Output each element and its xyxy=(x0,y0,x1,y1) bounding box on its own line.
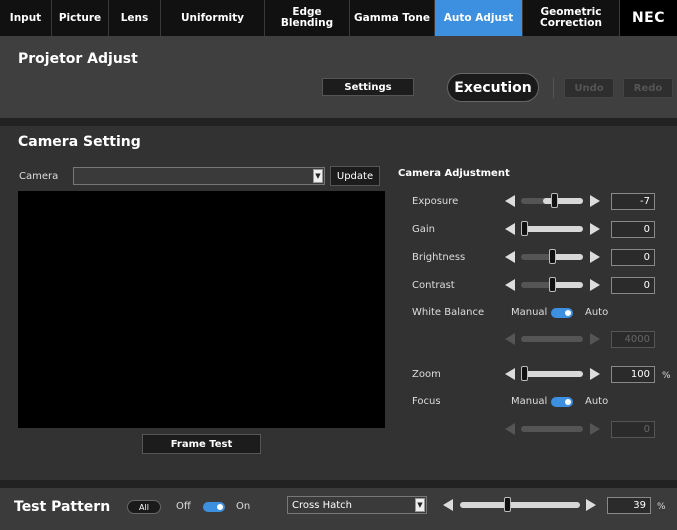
zoom-label: Zoom xyxy=(412,369,441,380)
tab-uniformity[interactable]: Uniformity xyxy=(161,0,265,36)
all-button[interactable]: All xyxy=(127,500,161,514)
camera-setting-panel: Camera Setting Camera ▼ Update Frame Tes… xyxy=(0,126,677,480)
exposure-increase-icon[interactable] xyxy=(590,195,600,207)
white-balance-decrease-icon[interactable] xyxy=(505,333,515,345)
contrast-slider[interactable] xyxy=(521,277,583,292)
exposure-slider[interactable] xyxy=(521,193,583,208)
contrast-slider-thumb[interactable] xyxy=(549,277,556,292)
white-balance-auto-label: Auto xyxy=(585,307,609,318)
camera-setting-title: Camera Setting xyxy=(18,134,141,150)
camera-preview xyxy=(18,191,385,428)
tab-bar: Input Picture Lens Uniformity Edge Blend… xyxy=(0,0,677,36)
zoom-slider-thumb[interactable] xyxy=(521,366,528,381)
chevron-down-icon: ▼ xyxy=(415,498,425,512)
chevron-down-icon: ▼ xyxy=(313,169,323,183)
focus-increase-icon[interactable] xyxy=(590,423,600,435)
test-pattern-value[interactable]: 39 xyxy=(607,497,651,514)
gain-value[interactable]: 0 xyxy=(611,221,655,238)
focus-manual-label: Manual xyxy=(511,396,548,407)
gain-slider-thumb[interactable] xyxy=(521,221,528,236)
test-pattern-panel: Test Pattern All Off On Cross Hatch ▼ 39… xyxy=(0,488,677,530)
update-button[interactable]: Update xyxy=(330,166,380,186)
zoom-increase-icon[interactable] xyxy=(590,368,600,380)
gain-slider[interactable] xyxy=(521,221,583,236)
tab-picture[interactable]: Picture xyxy=(52,0,109,36)
zoom-unit: % xyxy=(662,371,671,381)
brightness-slider-fill xyxy=(552,254,583,260)
zoom-value[interactable]: 100 xyxy=(611,366,655,383)
projector-adjust-panel: Projetor Adjust Settings Execution Undo … xyxy=(0,36,677,118)
exposure-decrease-icon[interactable] xyxy=(505,195,515,207)
focus-label: Focus xyxy=(412,396,441,407)
camera-label: Camera xyxy=(19,171,59,182)
redo-button[interactable]: Redo xyxy=(623,78,673,98)
contrast-value[interactable]: 0 xyxy=(611,277,655,294)
exposure-label: Exposure xyxy=(412,196,459,207)
focus-toggle[interactable] xyxy=(551,397,573,407)
focus-value[interactable]: 0 xyxy=(611,421,655,438)
exposure-slider-thumb[interactable] xyxy=(551,193,558,208)
focus-slider[interactable] xyxy=(521,426,583,432)
test-pattern-decrease-icon[interactable] xyxy=(443,499,453,511)
execution-button[interactable]: Execution xyxy=(447,73,539,102)
settings-button[interactable]: Settings xyxy=(322,78,414,96)
brightness-increase-icon[interactable] xyxy=(590,251,600,263)
projector-adjust-title: Projetor Adjust xyxy=(18,51,138,67)
brightness-label: Brightness xyxy=(412,252,466,263)
brightness-slider[interactable] xyxy=(521,249,583,264)
tab-input[interactable]: Input xyxy=(0,0,52,36)
focus-decrease-icon[interactable] xyxy=(505,423,515,435)
camera-adjustment-title: Camera Adjustment xyxy=(398,168,510,179)
test-pattern-slider-thumb[interactable] xyxy=(504,497,511,512)
gain-label: Gain xyxy=(412,224,435,235)
test-pattern-title: Test Pattern xyxy=(14,499,111,515)
white-balance-label: White Balance xyxy=(412,307,485,318)
section-divider-bottom xyxy=(0,480,677,488)
test-pattern-on-label: On xyxy=(236,501,251,512)
gain-increase-icon[interactable] xyxy=(590,223,600,235)
tab-edge-blending[interactable]: Edge Blending xyxy=(265,0,350,36)
exposure-slider-fill xyxy=(543,198,583,204)
tab-gamma-tone[interactable]: Gamma Tone xyxy=(350,0,435,36)
brightness-value[interactable]: 0 xyxy=(611,249,655,266)
toolbar-separator xyxy=(553,78,554,98)
white-balance-manual-label: Manual xyxy=(511,307,548,318)
test-pattern-unit: % xyxy=(657,502,666,512)
test-pattern-toggle[interactable] xyxy=(203,502,225,512)
exposure-value[interactable]: -7 xyxy=(611,193,655,210)
contrast-label: Contrast xyxy=(412,280,455,291)
camera-select[interactable]: ▼ xyxy=(73,167,325,185)
focus-auto-label: Auto xyxy=(585,396,609,407)
contrast-decrease-icon[interactable] xyxy=(505,279,515,291)
test-pattern-select[interactable]: Cross Hatch ▼ xyxy=(287,496,427,514)
zoom-slider[interactable] xyxy=(521,366,583,381)
gain-decrease-icon[interactable] xyxy=(505,223,515,235)
contrast-increase-icon[interactable] xyxy=(590,279,600,291)
test-pattern-off-label: Off xyxy=(176,501,191,512)
section-divider xyxy=(0,118,677,126)
nec-logo: NEC xyxy=(620,0,677,36)
contrast-slider-fill xyxy=(552,282,583,288)
test-pattern-select-value: Cross Hatch xyxy=(292,500,352,511)
frame-test-button[interactable]: Frame Test xyxy=(142,434,261,454)
tab-lens[interactable]: Lens xyxy=(109,0,161,36)
white-balance-value[interactable]: 4000 xyxy=(611,331,655,348)
test-pattern-increase-icon[interactable] xyxy=(586,499,596,511)
white-balance-slider[interactable] xyxy=(521,336,583,342)
undo-button[interactable]: Undo xyxy=(564,78,614,98)
white-balance-increase-icon[interactable] xyxy=(590,333,600,345)
brightness-decrease-icon[interactable] xyxy=(505,251,515,263)
brightness-slider-thumb[interactable] xyxy=(549,249,556,264)
zoom-decrease-icon[interactable] xyxy=(505,368,515,380)
tab-auto-adjust[interactable]: Auto Adjust xyxy=(435,0,523,36)
test-pattern-slider[interactable] xyxy=(460,497,580,512)
white-balance-toggle[interactable] xyxy=(551,308,573,318)
tab-geometric-correction[interactable]: Geometric Correction xyxy=(523,0,620,36)
